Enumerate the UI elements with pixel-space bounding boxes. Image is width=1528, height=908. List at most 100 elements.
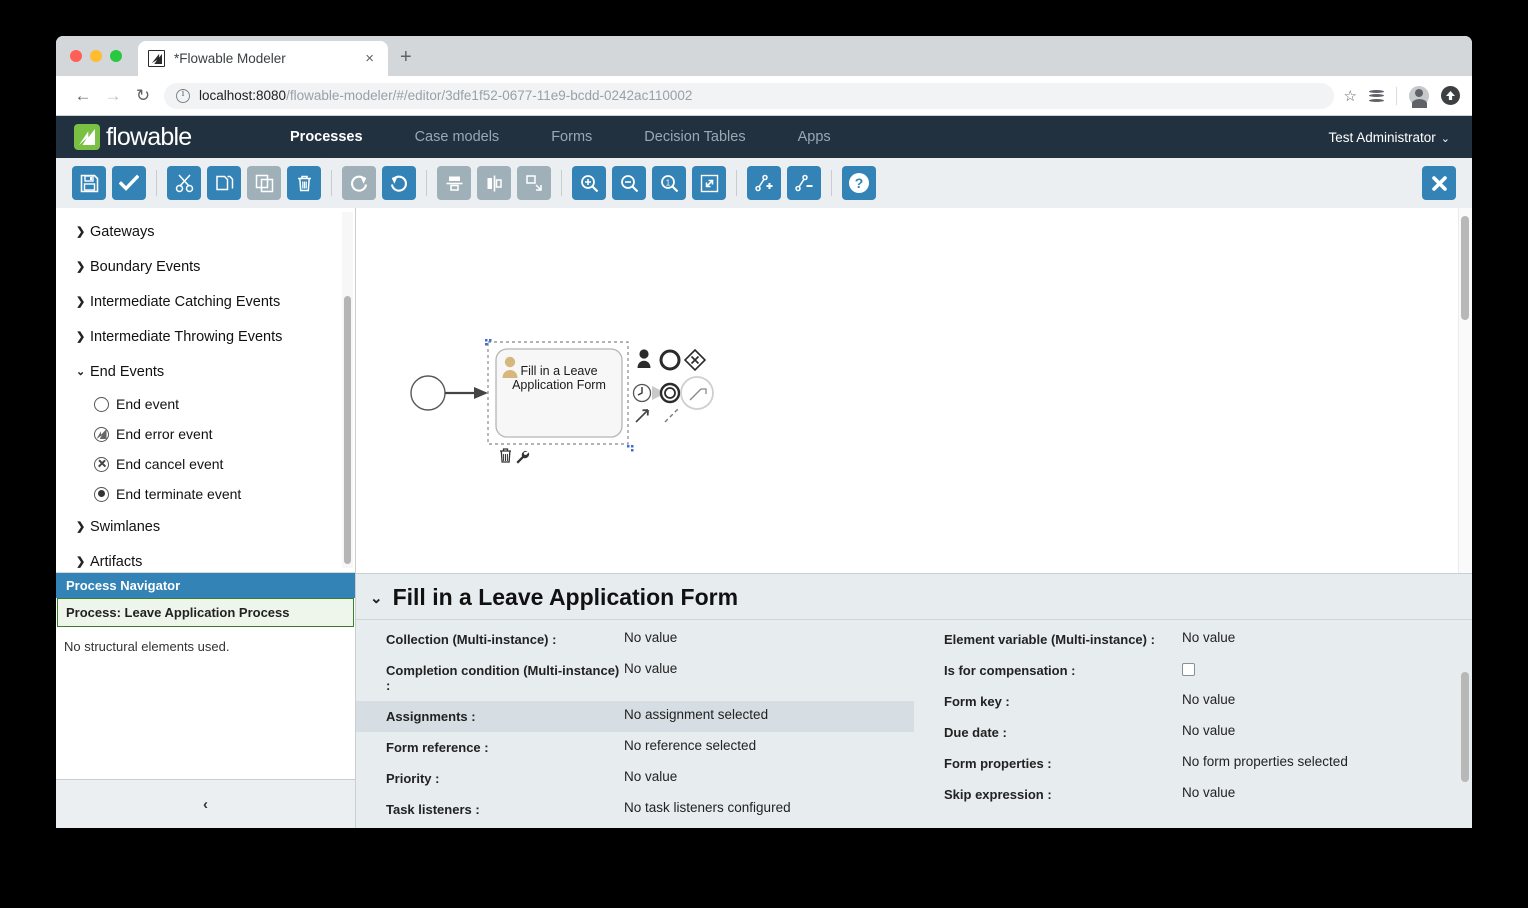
redo-button[interactable]: [342, 166, 376, 200]
property-value: No value: [624, 630, 678, 645]
palette-group-label: Boundary Events: [90, 258, 201, 275]
collapse-left-panel-button[interactable]: ‹: [56, 780, 355, 828]
is-for-compensation-checkbox[interactable]: [1182, 663, 1195, 676]
flowable-favicon-icon: [148, 50, 165, 67]
property-row-collection[interactable]: Collection (Multi-instance) : No value: [356, 624, 914, 655]
properties-right-column: Element variable (Multi-instance) : No v…: [914, 624, 1472, 828]
property-label: Skip expression :: [944, 787, 1052, 802]
property-row-form-reference[interactable]: Form reference : No reference selected: [356, 732, 914, 763]
nav-item-processes[interactable]: Processes: [264, 129, 389, 145]
palette-group-intermediate-catching-events[interactable]: ❯ Intermediate Catching Events: [56, 284, 355, 319]
zoom-fit-button[interactable]: [692, 166, 726, 200]
divider: [156, 170, 157, 196]
editor-body: ❯ Gateways ❯ Boundary Events ❯ Intermedi…: [56, 208, 1472, 828]
bookmark-star-icon[interactable]: ☆: [1344, 87, 1357, 105]
align-horizontal-button[interactable]: [477, 166, 511, 200]
property-row-completion-condition[interactable]: Completion condition (Multi-instance) : …: [356, 655, 914, 701]
close-tab-icon[interactable]: ×: [361, 49, 378, 68]
add-bendpoint-button[interactable]: [747, 166, 781, 200]
property-label: Form reference :: [386, 740, 489, 755]
palette-item-end-cancel-event[interactable]: End cancel event: [56, 449, 355, 479]
divider: [736, 170, 737, 196]
divider: [561, 170, 562, 196]
property-label: Is for compensation :: [944, 663, 1076, 678]
canvas-scrollbar-thumb[interactable]: [1461, 216, 1469, 320]
delete-element-icon: [500, 448, 511, 463]
nav-item-decision-tables[interactable]: Decision Tables: [618, 129, 771, 145]
maximize-window-button[interactable]: [110, 50, 122, 62]
property-row-task-listeners[interactable]: Task listeners : No task listeners confi…: [356, 794, 914, 825]
palette-group-intermediate-throwing-events[interactable]: ❯ Intermediate Throwing Events: [56, 319, 355, 354]
user-menu[interactable]: Test Administrator ⌄: [1328, 130, 1450, 145]
property-row-assignments[interactable]: Assignments : No assignment selected: [356, 701, 914, 732]
quick-menu-end-event-icon: [659, 382, 681, 404]
property-value: No value: [624, 661, 678, 676]
flowable-logo-text: flowable: [106, 122, 192, 151]
copy-button[interactable]: [207, 166, 241, 200]
same-size-button[interactable]: [517, 166, 551, 200]
palette-item-end-event[interactable]: End event: [56, 389, 355, 419]
validate-button[interactable]: [112, 166, 146, 200]
property-row-category[interactable]: Category : No value: [356, 825, 914, 828]
property-value: No value: [1182, 723, 1236, 738]
palette-group-artifacts[interactable]: ❯ Artifacts: [56, 544, 355, 572]
palette-item-end-terminate-event[interactable]: End terminate event: [56, 479, 355, 509]
align-vertical-button[interactable]: [437, 166, 471, 200]
browser-toolbar: ← → ↻ localhost:8080/flowable-modeler/#/…: [56, 76, 1472, 116]
site-info-icon[interactable]: [176, 88, 190, 103]
divider: [831, 170, 832, 196]
nav-item-apps[interactable]: Apps: [772, 129, 857, 145]
palette-group-gateways[interactable]: ❯ Gateways: [56, 214, 355, 249]
property-row-is-for-compensation[interactable]: Is for compensation :: [914, 655, 1472, 686]
palette-group-label: Artifacts: [90, 553, 143, 570]
chevron-down-icon[interactable]: ⌄: [370, 589, 383, 607]
flowable-logo[interactable]: flowable: [74, 123, 264, 152]
properties-scrollbar-thumb[interactable]: [1461, 672, 1469, 782]
properties-panel: ⌄ Fill in a Leave Application Form Colle…: [356, 574, 1472, 828]
property-label: Task listeners :: [386, 802, 480, 817]
palette-group-boundary-events[interactable]: ❯ Boundary Events: [56, 249, 355, 284]
url-host: localhost:8080: [199, 88, 287, 103]
property-label: Priority :: [386, 771, 440, 786]
back-button[interactable]: ←: [68, 86, 98, 106]
save-button[interactable]: [72, 166, 106, 200]
nav-item-forms[interactable]: Forms: [525, 129, 618, 145]
minimize-window-button[interactable]: [90, 50, 102, 62]
delete-button[interactable]: [287, 166, 321, 200]
bpmn-diagram: Fill in a Leave Application Form: [410, 339, 714, 464]
undo-button[interactable]: [382, 166, 416, 200]
palette-scrollbar-thumb[interactable]: [344, 296, 351, 564]
process-navigator-selected-item[interactable]: Process: Leave Application Process: [57, 598, 354, 627]
end-error-event-icon: [94, 426, 109, 442]
remove-bendpoint-button[interactable]: [787, 166, 821, 200]
close-window-button[interactable]: [70, 50, 82, 62]
property-row-form-properties[interactable]: Form properties : No form properties sel…: [914, 748, 1472, 779]
zoom-in-button[interactable]: [572, 166, 606, 200]
property-row-due-date[interactable]: Due date : No value: [914, 717, 1472, 748]
address-bar[interactable]: localhost:8080/flowable-modeler/#/editor…: [164, 82, 1334, 109]
paste-button[interactable]: [247, 166, 281, 200]
bpmn-canvas[interactable]: Fill in a Leave Application Form: [356, 208, 1472, 574]
properties-title: Fill in a Leave Application Form: [392, 584, 739, 610]
palette-group-swimlanes[interactable]: ❯ Swimlanes: [56, 509, 355, 544]
new-tab-button[interactable]: +: [400, 47, 412, 67]
forward-button[interactable]: →: [98, 86, 128, 106]
property-row-form-key[interactable]: Form key : No value: [914, 686, 1472, 717]
nav-item-case-models[interactable]: Case models: [389, 129, 526, 145]
zoom-actual-button[interactable]: 1: [652, 166, 686, 200]
property-label: Assignments :: [386, 709, 476, 724]
palette-group-end-events[interactable]: ⌄ End Events: [56, 354, 355, 389]
extensions-icon[interactable]: [1369, 89, 1384, 102]
property-row-priority[interactable]: Priority : No value: [356, 763, 914, 794]
zoom-out-button[interactable]: [612, 166, 646, 200]
update-chrome-icon[interactable]: [1441, 86, 1460, 105]
palette-item-end-error-event[interactable]: End error event: [56, 419, 355, 449]
cut-button[interactable]: [167, 166, 201, 200]
property-row-element-variable[interactable]: Element variable (Multi-instance) : No v…: [914, 624, 1472, 655]
property-row-skip-expression[interactable]: Skip expression : No value: [914, 779, 1472, 810]
browser-tab[interactable]: *Flowable Modeler ×: [138, 41, 388, 76]
close-editor-button[interactable]: [1422, 166, 1456, 200]
help-button[interactable]: ?: [842, 166, 876, 200]
profile-avatar-icon[interactable]: [1409, 85, 1429, 108]
reload-button[interactable]: ↻: [128, 86, 158, 106]
